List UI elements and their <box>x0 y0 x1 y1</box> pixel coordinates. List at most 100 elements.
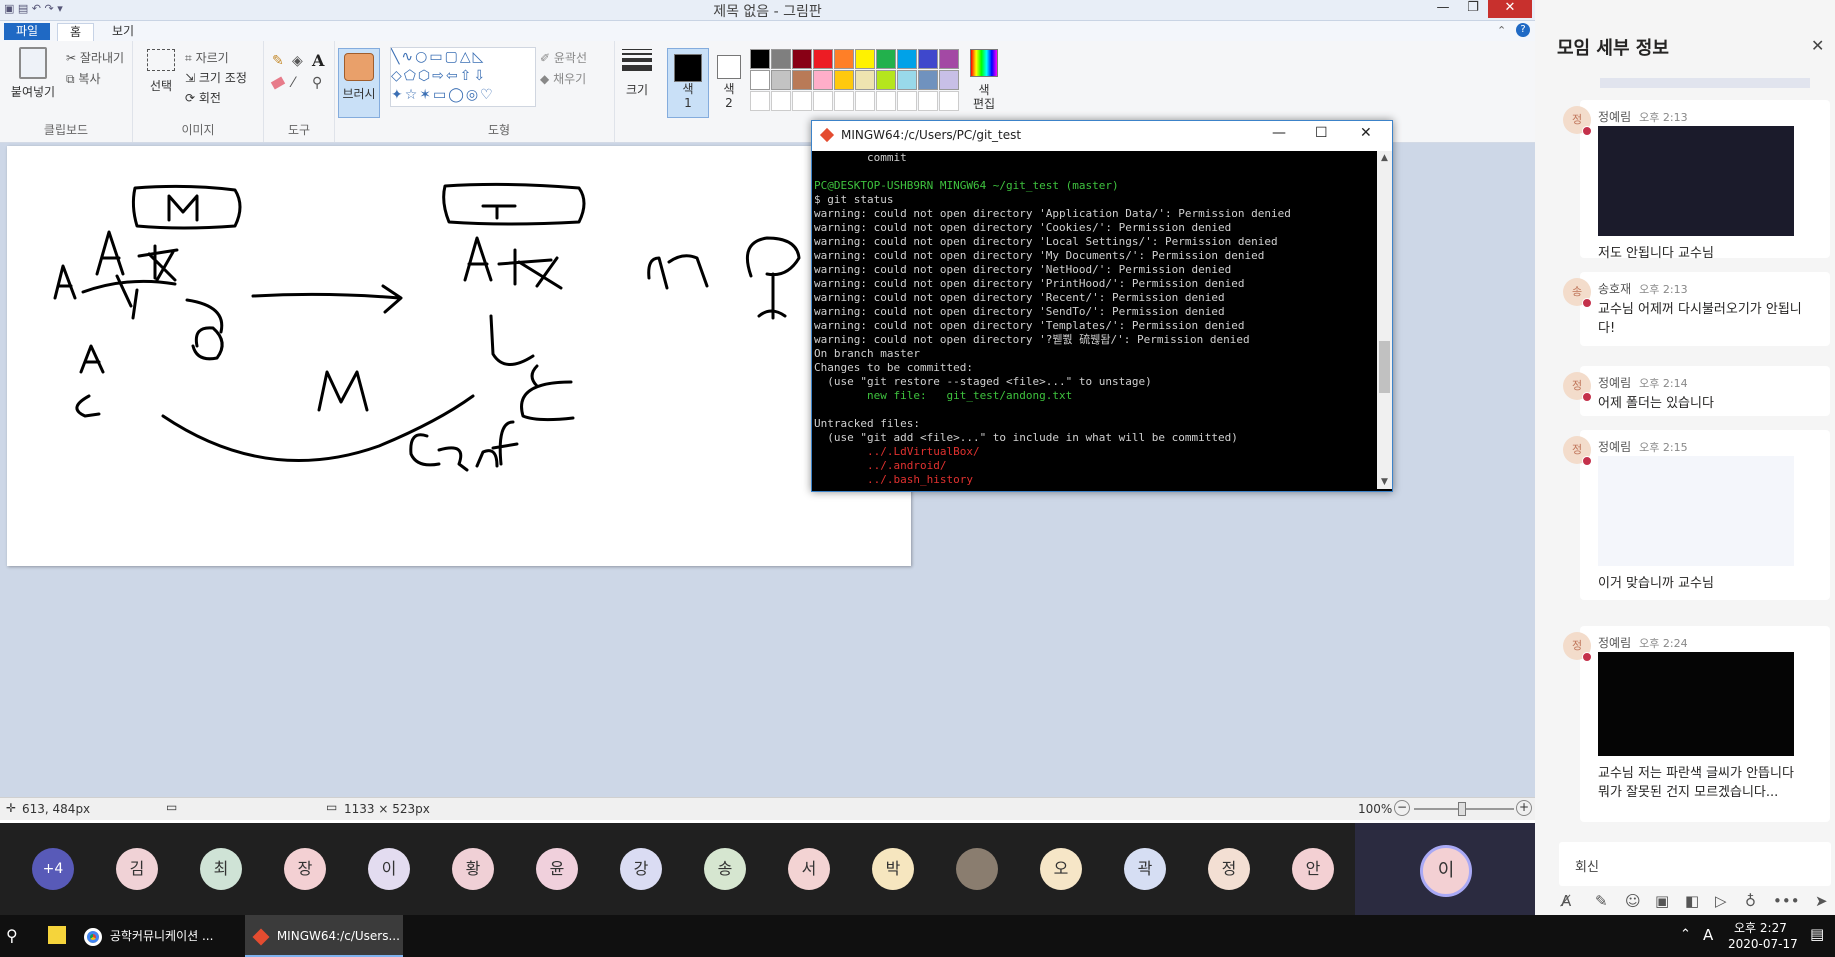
custom-color-slot[interactable] <box>771 91 791 111</box>
participant-avatar[interactable]: 안 <box>1292 848 1334 890</box>
paste-button[interactable]: 붙여넣기 <box>6 47 60 107</box>
participant-avatar[interactable]: 황 <box>452 848 494 890</box>
scroll-down-icon[interactable]: ▼ <box>1377 475 1392 489</box>
custom-color-slot[interactable] <box>855 91 875 111</box>
participant-avatar[interactable] <box>956 848 998 890</box>
custom-color-slot[interactable] <box>918 91 938 111</box>
resize-button[interactable]: ⇲ 크기 조정 <box>185 69 247 86</box>
outline-button[interactable]: ✐ 윤곽선 <box>540 49 587 66</box>
magnifier-icon[interactable]: ⚲ <box>312 75 322 91</box>
help-icon[interactable]: ? <box>1516 23 1530 37</box>
drawing-canvas[interactable] <box>7 146 911 566</box>
crop-button[interactable]: ⌗ 자르기 <box>185 49 229 66</box>
git-bash-window[interactable]: MINGW64:/c/Users/PC/git_test — ☐ ✕ commi… <box>811 120 1393 492</box>
participant-avatar[interactable]: 곽 <box>1124 848 1166 890</box>
chat-message[interactable]: 정예림 오후 2:14 어제 폴더는 있습니다 <box>1580 366 1830 416</box>
meet-now-icon[interactable]: ▷ <box>1715 892 1727 910</box>
participant-avatar[interactable]: 오 <box>1040 848 1082 890</box>
participant-avatar[interactable]: 최 <box>200 848 242 890</box>
ime-indicator[interactable]: A <box>1703 926 1713 944</box>
participant-avatar[interactable]: 송 <box>704 848 746 890</box>
scroll-up-icon[interactable]: ▲ <box>1377 151 1392 165</box>
palette-swatch[interactable] <box>855 70 875 90</box>
praise-icon[interactable]: ♁ <box>1745 892 1756 910</box>
pencil-icon[interactable]: ✎ <box>272 53 284 69</box>
palette-swatch[interactable] <box>771 49 791 69</box>
clock-time[interactable]: 오후 2:27 <box>1734 919 1787 936</box>
gif-icon[interactable]: ▣ <box>1655 892 1669 910</box>
taskbar-git-bash[interactable]: MINGW64:/c/Users... <box>245 915 403 957</box>
rotate-button[interactable]: ⟳ 회전 <box>185 89 221 106</box>
palette-swatch[interactable] <box>897 70 917 90</box>
reply-input[interactable]: 회신 <box>1559 842 1831 886</box>
terminal-minimize-button[interactable]: — <box>1272 125 1286 141</box>
palette-swatch[interactable] <box>918 70 938 90</box>
sticker-icon[interactable]: ◧ <box>1685 892 1699 910</box>
palette-swatch[interactable] <box>939 70 959 90</box>
format-icon[interactable]: A̸ <box>1561 892 1571 910</box>
zoom-out-button[interactable]: − <box>1394 800 1410 816</box>
text-icon[interactable]: A <box>312 51 324 70</box>
taskbar-chrome[interactable]: 공학커뮤니케이션 ... <box>84 915 242 957</box>
palette-swatch[interactable] <box>876 49 896 69</box>
cut-button[interactable]: ✂ 잘라내기 <box>66 49 124 66</box>
custom-color-slot[interactable] <box>792 91 812 111</box>
send-icon[interactable]: ➤ <box>1815 892 1828 910</box>
tray-chevron-icon[interactable]: ⌃ <box>1680 927 1691 942</box>
fill-bucket-icon[interactable]: ◈ <box>292 53 303 69</box>
maximize-button[interactable]: ❐ <box>1458 0 1488 18</box>
custom-color-slot[interactable] <box>813 91 833 111</box>
zoom-in-button[interactable]: + <box>1516 800 1532 816</box>
participant-avatar[interactable]: 이 <box>368 848 410 890</box>
color1-button[interactable]: 색 1 <box>667 48 709 118</box>
palette-swatch[interactable] <box>855 49 875 69</box>
palette-swatch[interactable] <box>939 49 959 69</box>
search-icon[interactable]: ⚲ <box>6 926 18 945</box>
brush-button[interactable]: 브러시 <box>338 48 380 118</box>
participant-avatar[interactable]: 정 <box>1208 848 1250 890</box>
terminal-close-button[interactable]: ✕ <box>1360 125 1372 141</box>
terminal-maximize-button[interactable]: ☐ <box>1315 125 1328 141</box>
palette-swatch[interactable] <box>897 49 917 69</box>
tab-file[interactable]: 파일 <box>4 23 51 40</box>
participant-avatar[interactable]: 김 <box>116 848 158 890</box>
close-panel-icon[interactable]: ✕ <box>1811 36 1824 55</box>
scroll-thumb[interactable] <box>1379 341 1390 393</box>
custom-color-slot[interactable] <box>750 91 770 111</box>
palette-swatch[interactable] <box>750 49 770 69</box>
palette-swatch[interactable] <box>792 49 812 69</box>
palette-swatch[interactable] <box>792 70 812 90</box>
custom-color-slot[interactable] <box>834 91 854 111</box>
screenshot-thumbnail[interactable] <box>1598 652 1794 756</box>
self-video-tile[interactable]: 이 <box>1355 823 1535 915</box>
screenshot-thumbnail[interactable] <box>1598 126 1794 236</box>
chat-message[interactable]: 송호재 오후 2:13 교수님 어제꺼 다시불러오기가 안됩니다! <box>1580 272 1830 346</box>
palette-swatch[interactable] <box>834 70 854 90</box>
palette-swatch[interactable] <box>750 70 770 90</box>
ribbon-collapse-icon[interactable]: ⌃ <box>1497 24 1506 37</box>
custom-color-slot[interactable] <box>897 91 917 111</box>
minimize-button[interactable]: — <box>1428 0 1458 18</box>
zoom-slider-thumb[interactable] <box>1458 802 1466 816</box>
participant-avatar[interactable]: 장 <box>284 848 326 890</box>
tab-view[interactable]: 보기 <box>100 23 146 40</box>
chat-message[interactable]: 정예림 오후 2:24 교수님 저는 파란색 글씨가 안뜹니다 뭐가 잘못된 건지 … <box>1580 626 1830 822</box>
eraser-icon[interactable] <box>270 76 286 90</box>
notification-center-icon[interactable]: ▤ <box>1810 925 1824 943</box>
fill-button[interactable]: ◆ 채우기 <box>540 70 586 87</box>
chat-message[interactable]: 정예림 오후 2:15 이거 맞습니까 교수님 <box>1580 430 1830 600</box>
more-options-icon[interactable]: ••• <box>1773 892 1800 910</box>
palette-swatch[interactable] <box>834 49 854 69</box>
overflow-participants-button[interactable]: +4 <box>32 848 74 890</box>
palette-swatch[interactable] <box>771 70 791 90</box>
custom-color-slot[interactable] <box>939 91 959 111</box>
chat-message[interactable]: 정예림 오후 2:13 저도 안됩니다 교수님 <box>1580 100 1830 261</box>
custom-color-slot[interactable] <box>876 91 896 111</box>
participant-avatar[interactable]: 강 <box>620 848 662 890</box>
participant-avatar[interactable]: 윤 <box>536 848 578 890</box>
copy-button[interactable]: ⧉ 복사 <box>66 70 101 87</box>
participant-avatar[interactable]: 박 <box>872 848 914 890</box>
palette-swatch[interactable] <box>876 70 896 90</box>
clock-date[interactable]: 2020-07-17 <box>1728 937 1798 951</box>
participant-avatar[interactable]: 서 <box>788 848 830 890</box>
